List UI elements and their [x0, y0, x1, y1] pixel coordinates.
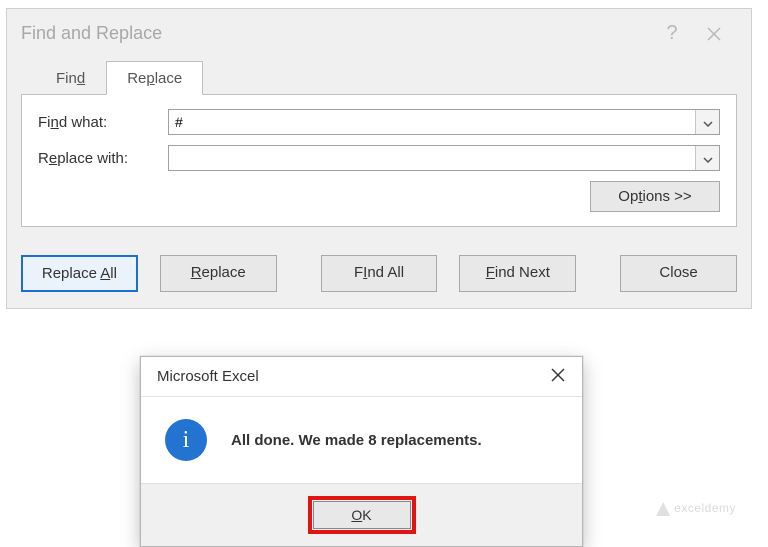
replace-with-combo — [168, 145, 720, 171]
dialog-title: Find and Replace — [21, 23, 653, 44]
message-footer: OK — [141, 483, 582, 546]
ok-highlight: OK — [308, 496, 416, 534]
message-body: i All done. We made 8 replacements. — [141, 397, 582, 483]
message-dialog: Microsoft Excel i All done. We made 8 re… — [140, 356, 583, 547]
find-what-row: Find what: — [38, 109, 720, 135]
tabstrip: Find Replace — [21, 61, 737, 95]
replace-all-button[interactable]: Replace All — [21, 255, 138, 292]
options-row: Options >> — [38, 181, 720, 212]
dialog-body: Find Replace Find what: Re — [7, 53, 751, 245]
options-button[interactable]: Options >> — [590, 181, 720, 212]
message-close-button[interactable] — [534, 357, 582, 397]
tabpanel-replace: Find what: Replace with: — [21, 95, 737, 227]
find-what-dropdown[interactable] — [695, 110, 719, 134]
dialog-footer: Replace All Replace FInd All Find Next C… — [7, 245, 751, 308]
close-button[interactable]: Close — [620, 255, 737, 292]
find-what-combo — [168, 109, 720, 135]
close-icon[interactable] — [691, 23, 737, 44]
find-all-button[interactable]: FInd All — [321, 255, 438, 292]
find-what-input[interactable] — [169, 110, 695, 134]
message-titlebar: Microsoft Excel — [141, 357, 582, 397]
message-text: All done. We made 8 replacements. — [231, 432, 482, 449]
help-button[interactable]: ? — [653, 22, 691, 45]
message-title: Microsoft Excel — [157, 368, 534, 385]
info-icon: i — [165, 419, 207, 461]
replace-button[interactable]: Replace — [160, 255, 277, 292]
find-next-button[interactable]: Find Next — [459, 255, 576, 292]
chevron-down-icon — [703, 150, 713, 166]
replace-with-row: Replace with: — [38, 145, 720, 171]
find-replace-titlebar: Find and Replace ? — [7, 9, 751, 53]
chevron-down-icon — [703, 114, 713, 130]
ok-button[interactable]: OK — [313, 501, 411, 529]
tab-find[interactable]: Find — [35, 61, 106, 95]
tab-replace[interactable]: Replace — [106, 61, 203, 95]
watermark: exceldemy — [656, 501, 736, 516]
replace-with-input[interactable] — [169, 146, 695, 170]
watermark-logo-icon — [656, 502, 670, 516]
find-replace-dialog: Find and Replace ? Find Replace Find wha… — [6, 8, 752, 309]
find-what-label: Find what: — [38, 114, 168, 131]
replace-with-label: Replace with: — [38, 150, 168, 167]
close-icon — [551, 368, 565, 385]
replace-with-dropdown[interactable] — [695, 146, 719, 170]
